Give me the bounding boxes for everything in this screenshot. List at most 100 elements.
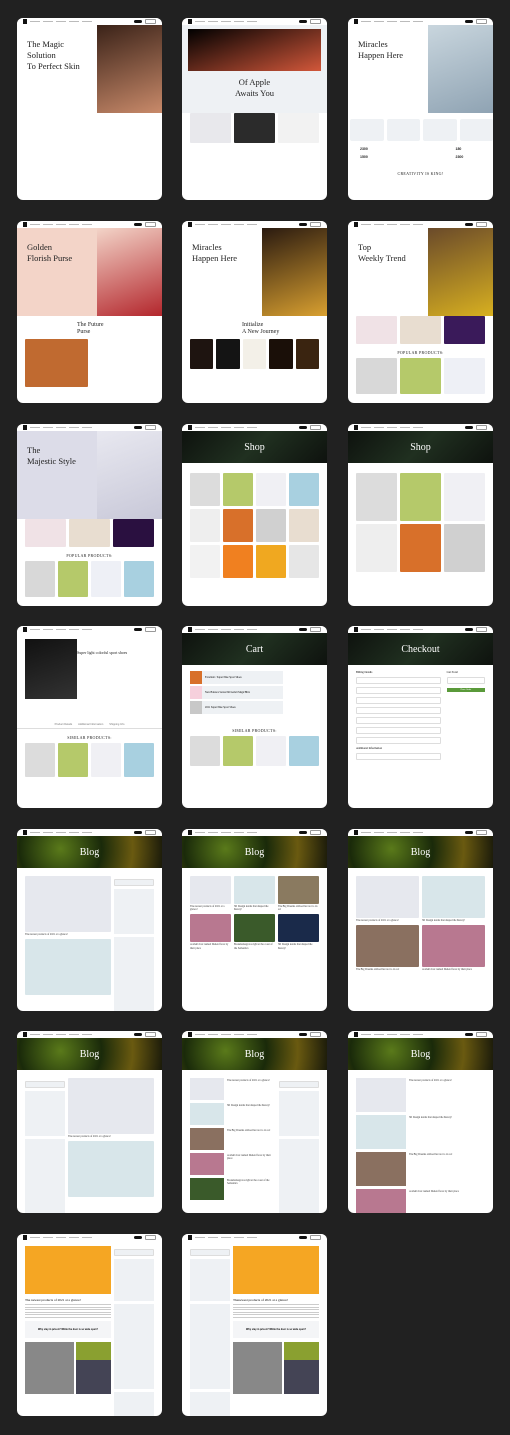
product-card[interactable] — [356, 524, 397, 572]
template-thumbnail[interactable]: Top Weekly Trend POPULAR PRODUCTS: — [348, 221, 493, 403]
product-image[interactable] — [234, 113, 275, 143]
nav-link[interactable] — [361, 223, 371, 226]
product-card[interactable]: The Big Dreams advised her not to do so! — [356, 925, 419, 971]
place-order-button[interactable]: Place Order — [446, 688, 485, 692]
template-thumbnail[interactable]: Shop — [182, 424, 327, 606]
product-image[interactable] — [356, 473, 397, 521]
logo-icon[interactable] — [354, 830, 358, 835]
nav-link[interactable] — [234, 223, 244, 226]
post-thumb[interactable] — [190, 1128, 224, 1150]
login-button[interactable] — [134, 1236, 142, 1239]
signup-button[interactable] — [310, 830, 321, 835]
nav-link[interactable] — [361, 831, 371, 834]
login-button[interactable] — [465, 223, 473, 226]
product-card[interactable] — [25, 339, 88, 387]
nav-link[interactable] — [413, 223, 423, 226]
nav-link[interactable] — [247, 223, 257, 226]
nav-link[interactable] — [82, 223, 92, 226]
product-image[interactable] — [190, 736, 220, 766]
product-card[interactable] — [58, 743, 88, 777]
post-title[interactable]: Bookmarksgrove right at the coast of the… — [234, 943, 275, 949]
template-thumbnail[interactable]: Blog The newest products of 2021 at a gla… — [182, 1031, 327, 1213]
product-card[interactable] — [190, 339, 214, 369]
product-card[interactable] — [216, 339, 240, 369]
tab[interactable]: Product Details — [55, 723, 73, 726]
nav-link[interactable] — [400, 223, 410, 226]
nav-link[interactable] — [221, 1033, 231, 1036]
post-item[interactable]: Bookmarksgrove right at the coast of the… — [190, 1178, 276, 1200]
product-image[interactable] — [242, 339, 267, 369]
nav-link[interactable] — [43, 1236, 53, 1239]
signup-button[interactable] — [476, 830, 487, 835]
template-thumbnail[interactable]: Blog The newest products of 2021 at a gla… — [348, 829, 493, 1011]
template-thumbnail[interactable]: Thenewest products of 2021 at a glance! W… — [182, 1234, 327, 1416]
post-title[interactable]: 3D Design trends that shaped the history… — [278, 943, 319, 949]
nav-link[interactable] — [195, 831, 205, 834]
product-card[interactable]: A small river named Duden flows by their… — [190, 914, 231, 950]
product-card[interactable]: 3D Design trends that shaped the history… — [422, 876, 485, 922]
product-card[interactable] — [190, 473, 220, 506]
nav-link[interactable] — [43, 1033, 53, 1036]
nav-link[interactable] — [69, 20, 79, 23]
product-image[interactable] — [444, 524, 485, 572]
tab[interactable]: Additional Information — [78, 723, 103, 726]
nav-link[interactable] — [387, 831, 397, 834]
nav-link[interactable] — [221, 1236, 231, 1239]
nav-link[interactable] — [247, 1236, 257, 1239]
signup-button[interactable] — [310, 1235, 321, 1240]
logo-icon[interactable] — [354, 425, 358, 430]
product-card[interactable] — [256, 736, 286, 766]
nav-link[interactable] — [413, 20, 423, 23]
product-image[interactable] — [25, 876, 111, 932]
product-image[interactable] — [278, 914, 319, 943]
product-card[interactable]: The newest products of 2021 at a glance! — [356, 876, 419, 922]
post-item[interactable]: A small river named Duden flows by their… — [356, 1189, 485, 1213]
product-image[interactable] — [256, 736, 286, 766]
post-item[interactable]: The Big Dreams advised her not to do so! — [356, 1152, 485, 1186]
template-thumbnail[interactable]: Blog The newest products of 2021 at a gla… — [182, 829, 327, 1011]
nav-link[interactable] — [374, 20, 384, 23]
nav-link[interactable] — [195, 223, 205, 226]
nav-link[interactable] — [30, 831, 40, 834]
nav-link[interactable] — [400, 628, 410, 631]
nav-link[interactable] — [221, 223, 231, 226]
post-item[interactable]: 3D Design trends that shaped the history… — [356, 1115, 485, 1149]
nav-link[interactable] — [374, 831, 384, 834]
product-card[interactable] — [269, 339, 293, 369]
nav-link[interactable] — [195, 20, 205, 23]
product-card[interactable]: The newest products of 2021 at a glance! — [25, 876, 111, 936]
input-field[interactable] — [356, 687, 441, 694]
logo-icon[interactable] — [23, 425, 27, 430]
product-card[interactable] — [356, 473, 397, 521]
product-card[interactable] — [190, 736, 220, 766]
logo-icon[interactable] — [23, 19, 27, 24]
product-card[interactable] — [91, 561, 121, 597]
nav-link[interactable] — [374, 223, 384, 226]
signup-button[interactable] — [476, 627, 487, 632]
product-card[interactable] — [400, 316, 441, 344]
template-thumbnail[interactable]: The newest products of 2021 at a glance!… — [17, 1234, 162, 1416]
product-image[interactable] — [234, 876, 275, 904]
signup-button[interactable] — [310, 1032, 321, 1037]
signup-button[interactable] — [476, 19, 487, 24]
product-card[interactable] — [444, 473, 485, 521]
logo-icon[interactable] — [188, 19, 192, 24]
product-card[interactable] — [223, 473, 253, 506]
post-item[interactable]: The newest products of 2021 at a glance! — [356, 1078, 485, 1112]
logo-icon[interactable] — [23, 627, 27, 632]
product-card[interactable] — [223, 509, 253, 542]
nav-link[interactable] — [413, 831, 423, 834]
product-card[interactable] — [356, 316, 397, 344]
nav-link[interactable] — [234, 426, 244, 429]
product-card[interactable] — [25, 743, 55, 777]
product-image[interactable] — [356, 358, 397, 394]
login-button[interactable] — [299, 223, 307, 226]
nav-link[interactable] — [361, 1033, 371, 1036]
product-image[interactable] — [25, 339, 88, 387]
login-button[interactable] — [465, 426, 473, 429]
signup-button[interactable] — [310, 627, 321, 632]
login-button[interactable] — [134, 426, 142, 429]
logo-icon[interactable] — [188, 627, 192, 632]
nav-link[interactable] — [374, 628, 384, 631]
post-title[interactable]: A small river named Duden flows by their… — [227, 1154, 276, 1175]
